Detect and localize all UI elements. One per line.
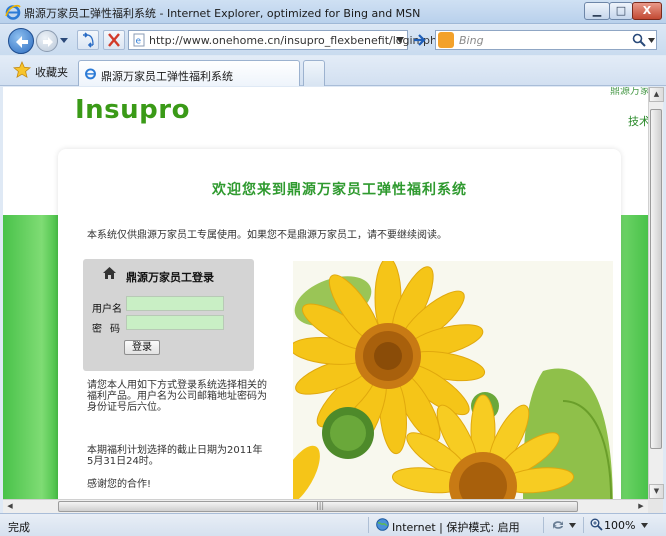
page-viewport: Insupro 鼎源万家 技术 欢迎您来到鼎源万家员工弹性福利系统 本系统仅供鼎… bbox=[3, 87, 648, 499]
tab-active[interactable]: 鼎源万家员工弹性福利系统 bbox=[78, 60, 300, 86]
tab-label: 鼎源万家员工弹性福利系统 bbox=[101, 70, 233, 83]
addon-dropdown-icon[interactable] bbox=[569, 523, 576, 528]
page-headline: 欢迎您来到鼎源万家员工弹性福利系统 bbox=[212, 182, 467, 198]
go-arrow-icon[interactable] bbox=[411, 31, 429, 49]
content-card: 欢迎您来到鼎源万家员工弹性福利系统 本系统仅供鼎源万家员工专属使用。如果您不是鼎… bbox=[58, 149, 621, 499]
page-icon: e bbox=[133, 33, 145, 47]
search-dropdown-icon[interactable] bbox=[648, 38, 655, 43]
login-instructions: 请您本人用如下方式登录系统选择相关的福利产品。用户名为公司邮箱地址密码为身份证号… bbox=[87, 380, 267, 413]
new-tab-button[interactable] bbox=[303, 60, 325, 86]
address-dropdown-icon[interactable] bbox=[396, 37, 404, 43]
star-icon bbox=[13, 61, 31, 79]
tab-bar: 收藏夹 鼎源万家员工弹性福利系统 bbox=[0, 56, 666, 86]
stop-icon bbox=[108, 33, 120, 47]
status-separator bbox=[368, 517, 369, 533]
corner-text: 鼎源万家 bbox=[610, 87, 648, 97]
vertical-scroll-thumb[interactable] bbox=[650, 109, 662, 449]
scroll-right-icon[interactable]: ▶ bbox=[634, 500, 648, 514]
sunflower-illustration bbox=[293, 261, 613, 499]
refresh-button[interactable] bbox=[77, 30, 99, 50]
address-bar[interactable]: e http://www.onehome.cn/insupro_flexbene… bbox=[128, 30, 444, 50]
search-icon[interactable] bbox=[632, 33, 646, 47]
bing-logo-icon bbox=[438, 32, 454, 48]
stop-button[interactable] bbox=[103, 30, 125, 50]
close-button[interactable]: X bbox=[632, 2, 662, 20]
username-label: 用户名 bbox=[92, 304, 122, 315]
scroll-grip-icon: ||| bbox=[316, 501, 325, 510]
search-placeholder[interactable]: Bing bbox=[459, 34, 484, 47]
insupro-logo: Insupro bbox=[75, 95, 190, 125]
globe-icon bbox=[376, 518, 389, 531]
status-text: 完成 bbox=[8, 521, 30, 534]
refresh-icon bbox=[83, 32, 94, 48]
title-bar: 鼎源万家员工弹性福利系统 - Internet Explorer, optimi… bbox=[0, 0, 666, 24]
svg-text:e: e bbox=[136, 37, 142, 47]
login-button[interactable]: 登录 bbox=[124, 340, 160, 355]
corner-link[interactable]: 技术 bbox=[628, 113, 648, 129]
zoom-level[interactable]: 100% bbox=[604, 519, 635, 532]
scrollbar-corner bbox=[648, 499, 663, 513]
ie-logo-icon bbox=[5, 4, 21, 20]
scroll-down-icon[interactable]: ▼ bbox=[649, 484, 664, 499]
back-button[interactable] bbox=[8, 28, 34, 54]
notice-text: 本系统仅供鼎源万家员工专属使用。如果您不是鼎源万家员工，请不要继续阅读。 bbox=[87, 230, 447, 241]
ie-tab-icon bbox=[85, 68, 96, 80]
username-input[interactable] bbox=[126, 296, 224, 311]
addon-icon[interactable] bbox=[551, 518, 565, 532]
horizontal-scrollbar[interactable]: ◀ ||| ▶ bbox=[3, 499, 648, 513]
scroll-left-icon[interactable]: ◀ bbox=[3, 500, 17, 514]
scroll-up-icon[interactable]: ▲ bbox=[649, 87, 664, 102]
security-zone[interactable]: Internet | 保护模式: 启用 bbox=[392, 519, 520, 535]
home-icon bbox=[103, 267, 116, 279]
zoom-icon[interactable] bbox=[590, 518, 603, 531]
thanks-text: 感谢您的合作! bbox=[87, 479, 152, 490]
navigation-bar: e http://www.onehome.cn/insupro_flexbene… bbox=[0, 25, 666, 55]
zoom-dropdown-icon[interactable] bbox=[641, 523, 648, 528]
login-title: 鼎源万家员工登录 bbox=[126, 271, 214, 284]
history-dropdown-icon[interactable] bbox=[60, 36, 68, 44]
search-box[interactable]: Bing bbox=[435, 30, 657, 50]
status-bar: 完成 Internet | 保护模式: 启用 100% bbox=[0, 513, 666, 536]
maximize-button[interactable]: □ bbox=[609, 2, 633, 20]
deadline-text: 本期福利计划选择的截止日期为2011年5月31日24时。 bbox=[87, 445, 263, 467]
forward-button[interactable] bbox=[36, 30, 58, 52]
favorites-label: 收藏夹 bbox=[35, 66, 68, 79]
password-label: 密码 bbox=[92, 324, 128, 335]
forward-arrow-icon bbox=[43, 37, 53, 47]
status-separator bbox=[543, 517, 544, 533]
status-separator bbox=[583, 517, 584, 533]
back-arrow-icon bbox=[16, 36, 28, 48]
favorites-button[interactable]: 收藏夹 bbox=[7, 60, 69, 82]
login-panel: 鼎源万家员工登录 用户名 密码 登录 bbox=[83, 259, 254, 371]
password-input[interactable] bbox=[126, 315, 224, 330]
sunflower-image bbox=[293, 261, 613, 499]
window-title: 鼎源万家员工弹性福利系统 - Internet Explorer, optimi… bbox=[24, 7, 421, 20]
vertical-scrollbar[interactable]: ▲ ▼ bbox=[648, 87, 664, 499]
minimize-button[interactable]: ▁ bbox=[584, 2, 610, 20]
